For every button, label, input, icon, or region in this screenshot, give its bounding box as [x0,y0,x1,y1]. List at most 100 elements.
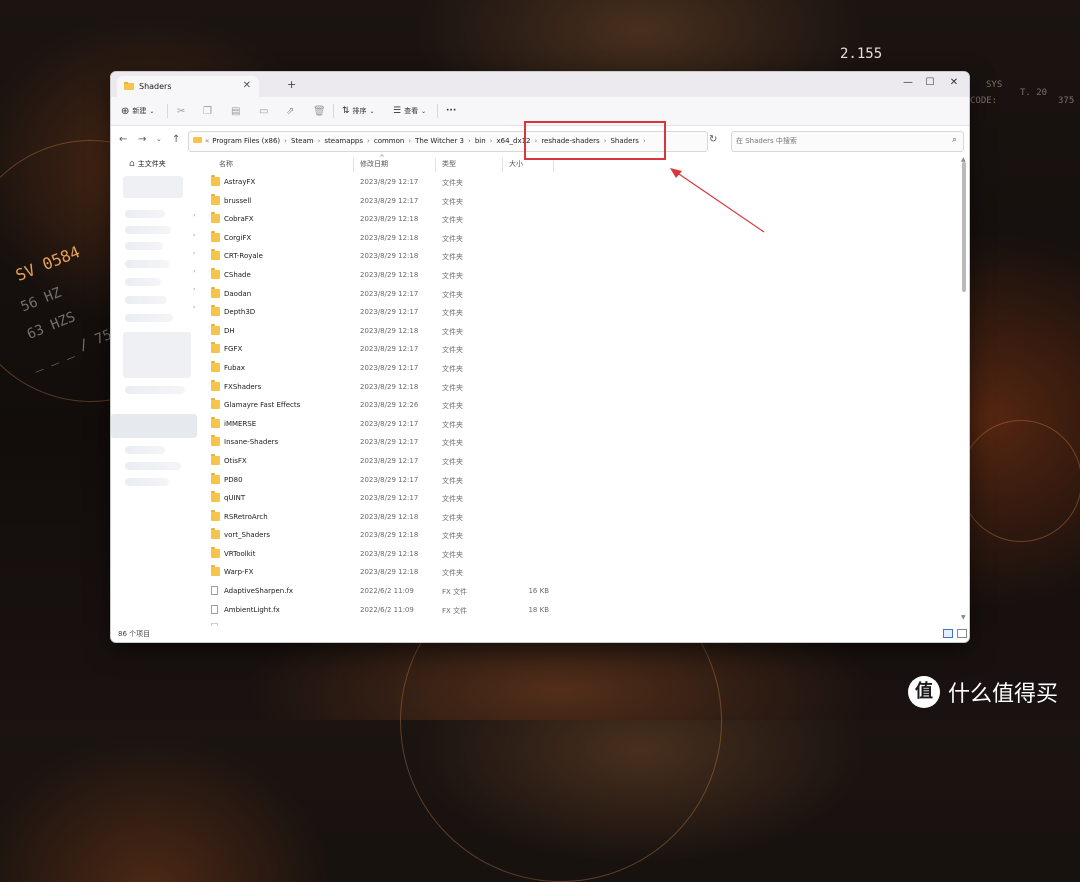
vertical-scrollbar[interactable] [962,162,966,292]
watermark-text: 什么值得买 [948,682,1059,707]
new-tab-button[interactable]: + [287,78,296,91]
up-arrow-icon[interactable]: ↑ [172,134,180,145]
refresh-icon[interactable]: ↻ [709,134,717,145]
file-row[interactable]: AmbientLight.fx 2022/6/2 11:09 FX 文件 18 KB [205,602,969,621]
file-row[interactable]: Warp-FX 2023/8/29 12:18 文件夹 [205,564,969,583]
delete-icon[interactable]: 🗑 [313,103,326,119]
file-row[interactable]: AdaptiveSharpen.fx 2022/6/2 11:09 FX 文件 16 … [205,583,969,602]
expand-chevron-icon[interactable]: › [193,232,195,239]
breadcrumb-item[interactable]: Program Files (x86) [212,137,280,145]
copy-icon[interactable]: ❐ [203,103,212,119]
breadcrumb-item[interactable]: steamapps [324,137,363,145]
details-view-icon[interactable] [943,629,953,638]
forward-arrow-icon[interactable]: → [138,134,146,145]
share-icon[interactable]: ⇗ [286,103,294,119]
column-divider[interactable] [435,158,436,172]
breadcrumb-item[interactable]: bin [475,137,486,145]
file-row[interactable]: FXShaders 2023/8/29 12:18 文件夹 [205,379,969,398]
file-row[interactable]: qUINT 2023/8/29 12:17 文件夹 [205,490,969,509]
file-date: 2023/8/29 12:17 [360,178,419,186]
breadcrumb-separator-icon: › [284,136,287,145]
column-divider[interactable] [353,158,354,172]
back-arrow-icon[interactable]: ← [119,134,127,145]
file-row[interactable]: FGFX 2023/8/29 12:17 文件夹 [205,341,969,360]
file-row[interactable]: vort_Shaders 2023/8/29 12:18 文件夹 [205,527,969,546]
breadcrumb-item[interactable]: common [374,137,405,145]
column-header-modified[interactable]: 修改日期 [360,159,388,169]
file-type: 文件夹 [442,234,463,243]
status-bar: 86 个项目 [111,626,969,642]
file-date: 2023/8/29 12:17 [360,419,419,428]
file-row[interactable]: PD80 2023/8/29 12:17 文件夹 [205,472,969,491]
file-type: 文件夹 [442,179,463,187]
file-row[interactable]: Fubax 2023/8/29 12:17 文件夹 [205,360,969,379]
file-name: Warp-FX [224,568,254,577]
more-options-button[interactable]: ··· [446,103,456,119]
file-row[interactable]: AstrayFX 2023/8/29 12:17 文件夹 [205,174,969,193]
file-row[interactable]: VRToolkit 2023/8/29 12:18 文件夹 [205,546,969,565]
folder-icon [211,435,220,447]
file-name: AstrayFX [224,178,256,186]
hud-375-label: 375 [1058,96,1075,106]
breadcrumb-item[interactable]: Steam [291,137,314,145]
recent-chevron-icon[interactable]: ⌄ [156,135,162,143]
minimize-button[interactable]: — [897,75,919,91]
fx-file-icon [211,604,218,614]
expand-chevron-icon[interactable]: › [193,250,195,257]
file-type: 文件夹 [442,495,463,504]
breadcrumb-separator-icon: › [408,136,412,145]
expand-chevron-icon[interactable]: › [193,268,195,275]
highlight-box [524,121,666,160]
sidebar-item-home[interactable]: ⌂ 主文件夹 [129,159,166,169]
file-name: FGFX [224,345,243,354]
maximize-button[interactable]: ☐ [919,75,941,91]
expand-chevron-icon[interactable]: › [193,304,195,311]
file-date: 2023/8/29 12:18 [360,531,419,540]
tab-shaders[interactable]: Shaders ✕ [117,76,259,97]
cut-icon[interactable]: ✂ [177,103,185,119]
folder-icon [211,193,220,205]
search-box[interactable]: 在 Shaders 中搜索 ⌕ [731,131,964,152]
divider [167,104,168,118]
blurred-sidebar-item [125,296,167,304]
watermark: 值 什么值得买 [908,676,1058,708]
file-row[interactable]: CobraFX 2023/8/29 12:18 文件夹 [205,211,969,230]
column-header-size[interactable]: 大小 [509,159,523,169]
file-size: 16 KB [528,587,549,596]
sort-button[interactable]: ⇅ 排序 ⌄ [342,103,375,119]
file-row[interactable]: Depth3D 2023/8/29 12:17 文件夹 [205,304,969,323]
breadcrumb-separator-icon: › [367,136,370,145]
file-row[interactable]: Glamayre Fast Effects 2023/8/29 12:26 文件夹 [205,397,969,416]
folder-icon [211,546,220,558]
file-type: 文件夹 [442,402,463,411]
navigation-pane: ⌂ 主文件夹 › › › › › › [111,156,205,626]
file-row[interactable]: iMMERSE 2023/8/29 12:17 文件夹 [205,416,969,435]
column-divider[interactable] [502,158,503,172]
scroll-down-icon[interactable]: ▼ [961,614,966,621]
view-button-label: 查看 [404,107,419,115]
rename-icon[interactable]: ▭ [259,103,268,119]
file-row[interactable]: brussell 2023/8/29 12:17 文件夹 [205,193,969,212]
tiles-view-icon[interactable] [957,629,967,638]
expand-chevron-icon[interactable]: › [193,286,195,293]
breadcrumb-item[interactable]: The Witcher 3 [415,137,464,145]
column-header-type[interactable]: 类型 [442,159,456,169]
column-divider[interactable] [553,158,554,172]
file-row[interactable]: CRT-Royale 2023/8/29 12:18 文件夹 [205,248,969,267]
expand-chevron-icon[interactable]: › [193,212,195,219]
paste-icon[interactable]: ▤ [231,103,240,119]
new-button[interactable]: ⊕ 新建 ⌄ [121,103,154,119]
file-row[interactable]: CShade 2023/8/29 12:18 文件夹 [205,267,969,286]
file-row[interactable]: DH 2023/8/29 12:18 文件夹 [205,323,969,342]
file-row[interactable]: Daodan 2023/8/29 12:17 文件夹 [205,286,969,305]
file-row[interactable]: CorgiFX 2023/8/29 12:18 文件夹 [205,230,969,249]
file-row[interactable]: OtisFX 2023/8/29 12:17 文件夹 [205,453,969,472]
column-header-name[interactable]: 名称 [219,159,233,169]
close-window-button[interactable]: ✕ [943,75,965,91]
file-row[interactable]: RSRetroArch 2023/8/29 12:18 文件夹 [205,509,969,528]
overflow-chevron-icon[interactable]: « [205,137,209,145]
blurred-sidebar-item [125,260,169,268]
file-row[interactable]: Insane-Shaders 2023/8/29 12:17 文件夹 [205,434,969,453]
close-tab-icon[interactable]: ✕ [243,80,251,91]
view-button[interactable]: ☰ 查看 ⌄ [393,103,426,119]
